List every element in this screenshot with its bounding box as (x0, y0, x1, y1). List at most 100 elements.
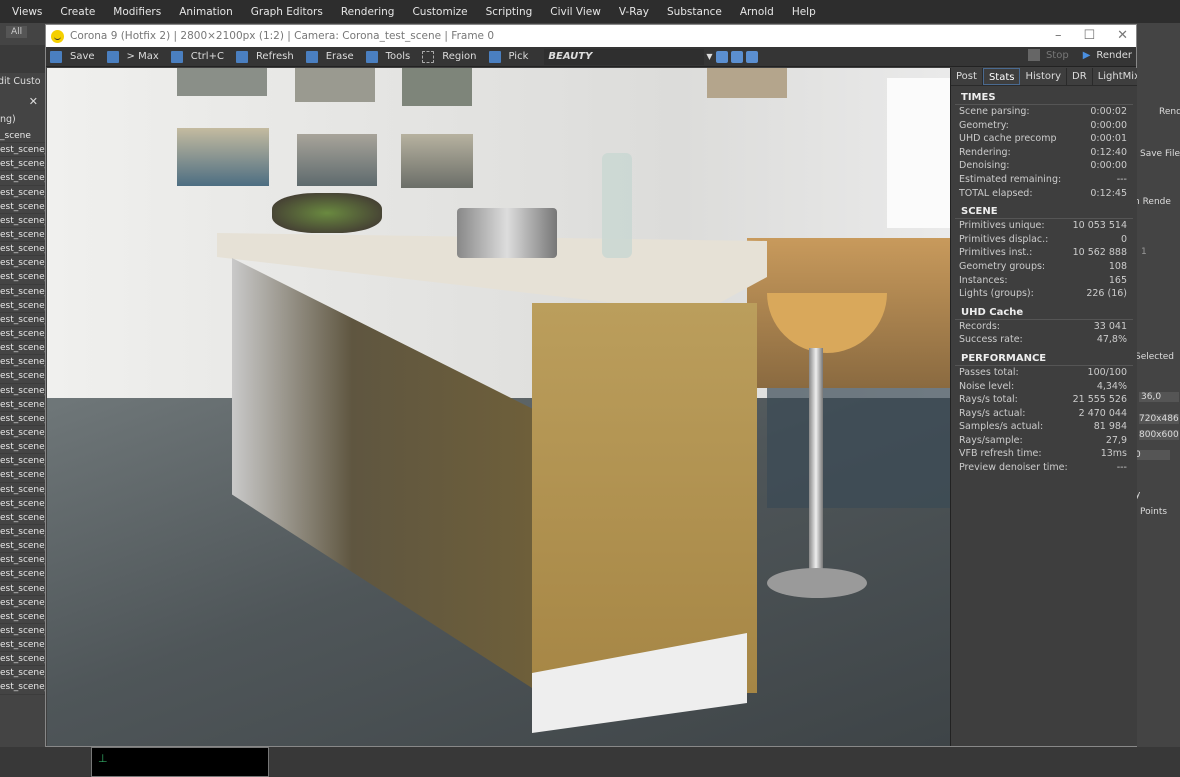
scene-object-item[interactable]: _scene (0, 129, 46, 144)
scene-object-item[interactable]: est_scene_0 (0, 426, 46, 441)
scene-object-item[interactable]: est_scene_0 (0, 652, 46, 667)
zoom-in-icon[interactable] (715, 50, 728, 63)
close-button[interactable]: ✕ (1117, 28, 1128, 43)
chevron-down-icon[interactable]: ▼ (706, 52, 712, 61)
rendered-image[interactable] (47, 68, 950, 746)
refresh-button[interactable]: Refresh (232, 50, 294, 63)
scene-object-item[interactable]: est_scene_0 (0, 539, 46, 554)
scene-object-item[interactable]: est_scene_0 (0, 355, 46, 370)
picture-frame (177, 128, 269, 186)
save-file-label[interactable]: Save File (1140, 149, 1180, 159)
scene-object-item[interactable]: est_scene_0 (0, 270, 46, 285)
scene-object-item[interactable]: est_scene_0 (0, 214, 46, 228)
zoom-fit-icon[interactable] (745, 50, 758, 63)
scene-object-item[interactable]: est_scene_0 (0, 596, 46, 610)
tab-post[interactable]: Post (951, 68, 983, 85)
fov-field[interactable]: 36,0 (1139, 392, 1179, 402)
resolution-preset-1[interactable]: 720x486 (1139, 414, 1179, 424)
scene-object-item[interactable]: est_scene_0 (0, 369, 46, 384)
tools-button[interactable]: Tools (362, 50, 411, 63)
stats-label: Geometry groups: (959, 260, 1046, 272)
resolution-preset-2[interactable]: 800x600 (1139, 430, 1179, 440)
spinner-field[interactable]: 0 (1137, 450, 1170, 460)
stats-label: Primitives inst.: (959, 247, 1033, 259)
erase-button[interactable]: Erase (302, 50, 354, 63)
scene-object-item[interactable]: est_scene_0 (0, 341, 46, 356)
stop-icon (1027, 49, 1040, 61)
scene-object-item[interactable]: est_scene_0 (0, 567, 46, 582)
menu-arnold[interactable]: Arnold (734, 6, 780, 18)
menu-v-ray[interactable]: V-Ray (613, 6, 655, 18)
scene-object-item[interactable]: est_scene_0 (0, 582, 46, 596)
menu-views[interactable]: Views (6, 6, 48, 18)
selected-option[interactable]: Selected (1137, 352, 1174, 362)
scene-object-item[interactable]: est_scene_0 (0, 313, 46, 327)
close-icon[interactable]: ✕ (29, 95, 38, 108)
scene-object-item[interactable]: est_scene_0 (0, 186, 46, 200)
scene-object-item[interactable]: est_scene_0 (0, 610, 46, 624)
channel-select[interactable]: BEAUTY (544, 48, 705, 65)
region-button[interactable]: Region (418, 50, 477, 63)
maximize-button[interactable]: ☐ (1083, 28, 1095, 43)
menu-rendering[interactable]: Rendering (335, 6, 401, 18)
viewport-mini[interactable]: ⊥ (91, 747, 269, 777)
scene-object-item[interactable]: est_scene_0 (0, 157, 46, 172)
render-button-partial[interactable]: Rend (1159, 107, 1180, 117)
scene-object-item[interactable]: est_scene_0 (0, 553, 46, 568)
pick-button[interactable]: Pick (485, 50, 528, 63)
scene-object-item[interactable]: est_scene_0 (0, 299, 46, 313)
to-max-button[interactable]: > Max (103, 50, 159, 63)
scene-object-item[interactable]: est_scene_0 (0, 468, 46, 483)
minimize-button[interactable]: – (1055, 28, 1062, 43)
tools-label: Tools (385, 51, 411, 62)
stats-row: Geometry groups: 108 (951, 260, 1137, 274)
scene-object-item[interactable]: est_scene_0 (0, 398, 46, 412)
scene-object-item[interactable]: est_scene_0 (0, 483, 46, 497)
scene-object-item[interactable]: est_scene_0 (0, 285, 46, 299)
menu-scripting[interactable]: Scripting (480, 6, 539, 18)
scene-object-item[interactable]: est_scene_0 (0, 666, 46, 681)
scene-object-item[interactable]: est_scene_0 (0, 497, 46, 511)
selection-filter[interactable]: All (6, 26, 28, 38)
scene-object-item[interactable]: est_scene_0 (0, 454, 46, 469)
tab-dr[interactable]: DR (1067, 68, 1093, 85)
tab-history[interactable]: History (1020, 68, 1068, 85)
scene-object-item[interactable]: est_scene_0 (0, 638, 46, 653)
stats-value: 100/100 (1087, 366, 1127, 378)
menu-help[interactable]: Help (786, 6, 822, 18)
scene-object-item[interactable]: est_scene_0 .. (0, 680, 46, 695)
explorer-tabs[interactable]: dit Custo (0, 73, 46, 91)
menu-create[interactable]: Create (54, 6, 101, 18)
scene-object-item[interactable]: est_scene_0 (0, 327, 46, 342)
menu-animation[interactable]: Animation (173, 6, 239, 18)
scene-object-item[interactable]: est_scene_0 (0, 242, 46, 257)
stop-button[interactable]: Stop (1046, 50, 1069, 61)
scene-object-item[interactable]: est_scene_0 (0, 171, 46, 186)
menu-substance[interactable]: Substance (661, 6, 728, 18)
scene-object-item[interactable]: est_scene_0 (0, 200, 46, 214)
window-titlebar[interactable]: Corona 9 (Hotfix 2) | 2800×2100px (1:2) … (46, 25, 1136, 47)
menu-civil-view[interactable]: Civil View (544, 6, 607, 18)
scene-object-item[interactable]: est_scene_0 (0, 525, 46, 540)
menu-customize[interactable]: Customize (406, 6, 473, 18)
tab-stats[interactable]: Stats (982, 68, 1021, 85)
gear-icon (365, 50, 378, 63)
menu-modifiers[interactable]: Modifiers (107, 6, 167, 18)
scene-object-item[interactable]: est_scene_0 (0, 143, 46, 158)
menu-graph-editors[interactable]: Graph Editors (245, 6, 329, 18)
scene-object-item[interactable]: est_scene_0 (0, 511, 46, 525)
copy-button[interactable]: Ctrl+C (167, 50, 224, 63)
scene-object-item[interactable]: est_scene_0 (0, 412, 46, 426)
scene-object-item[interactable]: est_scene_0 (0, 440, 46, 455)
render-tab-partial[interactable]: n Rende (1137, 197, 1171, 207)
zoom-out-icon[interactable] (730, 50, 743, 63)
stats-label: Rays/s actual: (959, 407, 1026, 419)
scene-object-item[interactable]: est_scene_0 (0, 624, 46, 639)
scene-object-item[interactable]: est_scene_0 (0, 228, 46, 243)
scene-object-item[interactable]: est_scene_0 (0, 384, 46, 398)
stats-label: VFB refresh time: (959, 448, 1042, 460)
scene-object-item[interactable]: est_scene_0 (0, 256, 46, 271)
save-button[interactable]: Save (46, 50, 95, 63)
explorer-search[interactable]: ✕ (0, 91, 46, 111)
render-button[interactable]: Render (1096, 50, 1132, 61)
